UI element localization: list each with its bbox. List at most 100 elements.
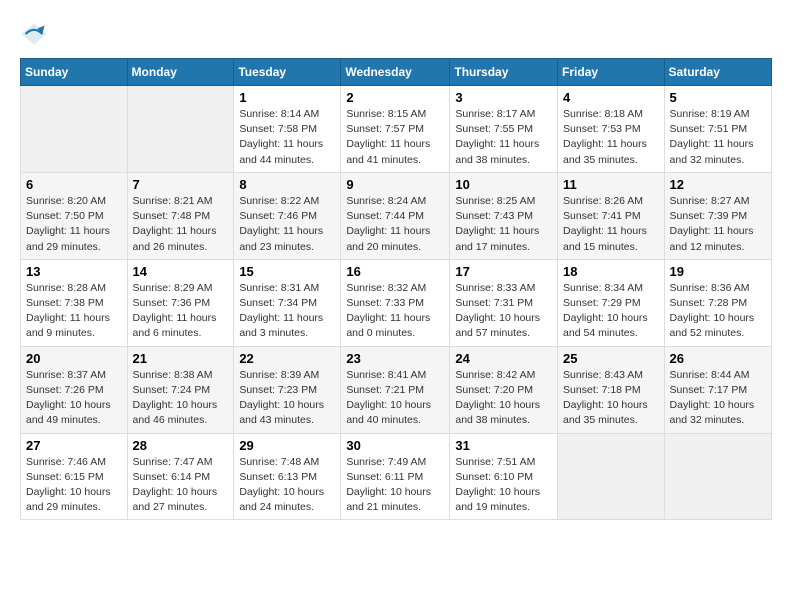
- day-number: 29: [239, 438, 335, 453]
- header-saturday: Saturday: [664, 59, 771, 86]
- calendar-cell: 28 Sunrise: 7:47 AMSunset: 6:14 PMDayligh…: [127, 433, 234, 520]
- day-info: Sunrise: 8:44 AMSunset: 7:17 PMDaylight:…: [670, 368, 766, 429]
- day-info: Sunrise: 8:37 AMSunset: 7:26 PMDaylight:…: [26, 368, 122, 429]
- calendar-cell: 12Sunrise: 8:27 AMSunset: 7:39 PMDayligh…: [664, 172, 771, 259]
- calendar-cell: 6Sunrise: 8:20 AMSunset: 7:50 PMDaylight…: [21, 172, 128, 259]
- day-info: Sunrise: 8:17 AMSunset: 7:55 PMDaylight:…: [455, 107, 552, 168]
- header-thursday: Thursday: [450, 59, 558, 86]
- day-number: 4: [563, 90, 659, 105]
- day-info: Sunrise: 8:21 AMSunset: 7:48 PMDaylight:…: [133, 194, 229, 255]
- day-info: Sunrise: 8:38 AMSunset: 7:24 PMDaylight:…: [133, 368, 229, 429]
- calendar-cell: 5Sunrise: 8:19 AMSunset: 7:51 PMDaylight…: [664, 86, 771, 173]
- calendar-cell: 24 Sunrise: 8:42 AMSunset: 7:20 PMDayligh…: [450, 346, 558, 433]
- header-tuesday: Tuesday: [234, 59, 341, 86]
- day-number: 10: [455, 177, 552, 192]
- day-info: Sunrise: 7:48 AMSunset: 6:13 PMDaylight:…: [239, 455, 335, 516]
- day-info: Sunrise: 8:42 AMSunset: 7:20 PMDaylight:…: [455, 368, 552, 429]
- calendar-cell: 26 Sunrise: 8:44 AMSunset: 7:17 PMDayligh…: [664, 346, 771, 433]
- day-number: 23: [346, 351, 444, 366]
- calendar-cell: [21, 86, 128, 173]
- day-number: 7: [133, 177, 229, 192]
- day-number: 31: [455, 438, 552, 453]
- day-info: Sunrise: 8:34 AMSunset: 7:29 PMDaylight:…: [563, 281, 659, 342]
- calendar-cell: 7 Sunrise: 8:21 AMSunset: 7:48 PMDaylight…: [127, 172, 234, 259]
- calendar-cell: 31 Sunrise: 7:51 AMSunset: 6:10 PMDayligh…: [450, 433, 558, 520]
- calendar-cell: 14 Sunrise: 8:29 AMSunset: 7:36 PMDayligh…: [127, 259, 234, 346]
- day-number: 9: [346, 177, 444, 192]
- day-number: 3: [455, 90, 552, 105]
- day-number: 18: [563, 264, 659, 279]
- day-info: Sunrise: 8:15 AMSunset: 7:57 PMDaylight:…: [346, 107, 444, 168]
- day-info: Sunrise: 8:22 AMSunset: 7:46 PMDaylight:…: [239, 194, 335, 255]
- day-number: 25: [563, 351, 659, 366]
- day-number: 11: [563, 177, 659, 192]
- day-info: Sunrise: 8:32 AMSunset: 7:33 PMDaylight:…: [346, 281, 444, 342]
- calendar-cell: 22 Sunrise: 8:39 AMSunset: 7:23 PMDayligh…: [234, 346, 341, 433]
- calendar-cell: 25Sunrise: 8:43 AMSunset: 7:18 PMDayligh…: [558, 346, 665, 433]
- day-info: Sunrise: 7:47 AMSunset: 6:14 PMDaylight:…: [133, 455, 229, 516]
- day-info: Sunrise: 7:51 AMSunset: 6:10 PMDaylight:…: [455, 455, 552, 516]
- calendar-cell: 18 Sunrise: 8:34 AMSunset: 7:29 PMDayligh…: [558, 259, 665, 346]
- day-number: 8: [239, 177, 335, 192]
- day-number: 19: [670, 264, 766, 279]
- day-number: 28: [133, 438, 229, 453]
- day-info: Sunrise: 8:29 AMSunset: 7:36 PMDaylight:…: [133, 281, 229, 342]
- calendar-cell: 16 Sunrise: 8:32 AMSunset: 7:33 PMDayligh…: [341, 259, 450, 346]
- calendar-cell: [558, 433, 665, 520]
- day-number: 1: [239, 90, 335, 105]
- calendar-cell: 17 Sunrise: 8:33 AMSunset: 7:31 PMDayligh…: [450, 259, 558, 346]
- header-friday: Friday: [558, 59, 665, 86]
- day-number: 24: [455, 351, 552, 366]
- calendar-table: SundayMondayTuesdayWednesdayThursdayFrid…: [20, 58, 772, 520]
- calendar-week-3: 13Sunrise: 8:28 AMSunset: 7:38 PMDayligh…: [21, 259, 772, 346]
- calendar-cell: 19 Sunrise: 8:36 AMSunset: 7:28 PMDayligh…: [664, 259, 771, 346]
- day-number: 27: [26, 438, 122, 453]
- calendar-cell: 15Sunrise: 8:31 AMSunset: 7:34 PMDayligh…: [234, 259, 341, 346]
- day-info: Sunrise: 8:36 AMSunset: 7:28 PMDaylight:…: [670, 281, 766, 342]
- day-number: 14: [133, 264, 229, 279]
- calendar-week-1: 1 Sunrise: 8:14 AMSunset: 7:58 PMDaylight…: [21, 86, 772, 173]
- day-info: Sunrise: 8:19 AMSunset: 7:51 PMDaylight:…: [670, 107, 766, 168]
- day-info: Sunrise: 8:18 AMSunset: 7:53 PMDaylight:…: [563, 107, 659, 168]
- calendar-cell: 20 Sunrise: 8:37 AMSunset: 7:26 PMDayligh…: [21, 346, 128, 433]
- day-info: Sunrise: 7:46 AMSunset: 6:15 PMDaylight:…: [26, 455, 122, 516]
- day-number: 21: [133, 351, 229, 366]
- calendar-cell: 30Sunrise: 7:49 AMSunset: 6:11 PMDayligh…: [341, 433, 450, 520]
- day-info: Sunrise: 8:24 AMSunset: 7:44 PMDaylight:…: [346, 194, 444, 255]
- calendar-cell: 9 Sunrise: 8:24 AMSunset: 7:44 PMDaylight…: [341, 172, 450, 259]
- logo: [20, 20, 50, 48]
- calendar-cell: 23 Sunrise: 8:41 AMSunset: 7:21 PMDayligh…: [341, 346, 450, 433]
- day-info: Sunrise: 8:27 AMSunset: 7:39 PMDaylight:…: [670, 194, 766, 255]
- day-info: Sunrise: 8:41 AMSunset: 7:21 PMDaylight:…: [346, 368, 444, 429]
- calendar-cell: 21 Sunrise: 8:38 AMSunset: 7:24 PMDayligh…: [127, 346, 234, 433]
- day-number: 30: [346, 438, 444, 453]
- page-header: [20, 20, 772, 48]
- calendar-cell: [664, 433, 771, 520]
- day-number: 16: [346, 264, 444, 279]
- day-number: 26: [670, 351, 766, 366]
- header-sunday: Sunday: [21, 59, 128, 86]
- calendar-cell: [127, 86, 234, 173]
- calendar-cell: 1 Sunrise: 8:14 AMSunset: 7:58 PMDaylight…: [234, 86, 341, 173]
- day-info: Sunrise: 8:39 AMSunset: 7:23 PMDaylight:…: [239, 368, 335, 429]
- calendar-week-5: 27 Sunrise: 7:46 AMSunset: 6:15 PMDayligh…: [21, 433, 772, 520]
- calendar-week-4: 20 Sunrise: 8:37 AMSunset: 7:26 PMDayligh…: [21, 346, 772, 433]
- calendar-cell: 27 Sunrise: 7:46 AMSunset: 6:15 PMDayligh…: [21, 433, 128, 520]
- calendar-header-row: SundayMondayTuesdayWednesdayThursdayFrid…: [21, 59, 772, 86]
- header-wednesday: Wednesday: [341, 59, 450, 86]
- day-number: 22: [239, 351, 335, 366]
- day-number: 6: [26, 177, 122, 192]
- calendar-cell: 4 Sunrise: 8:18 AMSunset: 7:53 PMDaylight…: [558, 86, 665, 173]
- day-number: 17: [455, 264, 552, 279]
- header-monday: Monday: [127, 59, 234, 86]
- day-number: 2: [346, 90, 444, 105]
- day-number: 15: [239, 264, 335, 279]
- logo-icon: [20, 20, 48, 48]
- calendar-cell: 3 Sunrise: 8:17 AMSunset: 7:55 PMDaylight…: [450, 86, 558, 173]
- day-info: Sunrise: 8:14 AMSunset: 7:58 PMDaylight:…: [239, 107, 335, 168]
- calendar-cell: 2 Sunrise: 8:15 AMSunset: 7:57 PMDaylight…: [341, 86, 450, 173]
- day-number: 20: [26, 351, 122, 366]
- day-info: Sunrise: 8:33 AMSunset: 7:31 PMDaylight:…: [455, 281, 552, 342]
- calendar-cell: 13Sunrise: 8:28 AMSunset: 7:38 PMDayligh…: [21, 259, 128, 346]
- calendar-cell: 8 Sunrise: 8:22 AMSunset: 7:46 PMDaylight…: [234, 172, 341, 259]
